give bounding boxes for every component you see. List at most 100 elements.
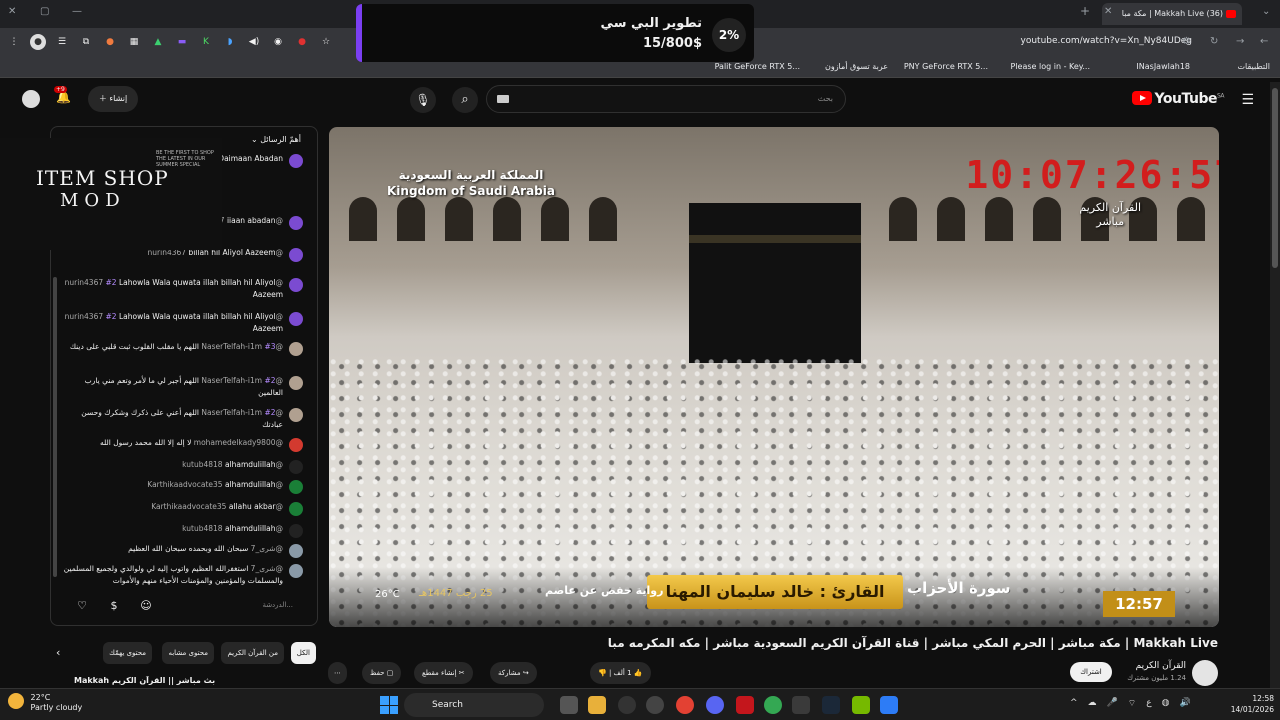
chat-message[interactable]: @nurin4367 #2 Lahowla Wala quwata illah … — [63, 277, 303, 301]
discord-icon[interactable] — [706, 696, 724, 714]
chevron-left-icon[interactable]: ‹ — [56, 646, 60, 659]
extension-green-icon[interactable]: ▲ — [150, 34, 166, 50]
tray-volume-icon[interactable]: 🔊 — [1179, 698, 1190, 709]
tab-search-icon[interactable]: ⌄ — [1262, 6, 1270, 17]
keyboard-icon[interactable] — [497, 95, 509, 103]
youtube-logo[interactable]: YouTubeSA — [1131, 91, 1225, 107]
tray-app-icon[interactable]: ☁ — [1088, 698, 1097, 709]
clock-widget[interactable]: 12:58 14/01/2026 — [1231, 693, 1274, 715]
menu-dots-icon[interactable]: ⋮ — [6, 34, 22, 50]
close-tab-icon[interactable]: ✕ — [1104, 6, 1112, 17]
tray-language[interactable]: ع — [1146, 698, 1151, 709]
bookmark-palit[interactable]: Palit GeForce RTX 5... — [715, 62, 800, 71]
super-chat-icon[interactable]: $ — [105, 597, 123, 615]
search-input[interactable]: بحث — [486, 85, 846, 113]
site-settings-icon[interactable]: ⚙ — [1182, 36, 1191, 47]
extension-blue-icon[interactable]: ◗ — [222, 34, 238, 50]
chat-message[interactable]: @mohamedelkady9800 لا إله إلا الله محمد … — [63, 437, 303, 452]
page-scroll-thumb[interactable] — [1272, 88, 1278, 268]
notifications-bell-icon[interactable]: 🔔 +9 — [54, 86, 71, 104]
blue-app-icon[interactable] — [880, 696, 898, 714]
bookmark-amazon-cart[interactable]: عربة تسوق أمازون — [825, 62, 888, 71]
tray-network-icon[interactable]: ◍ — [1162, 698, 1170, 709]
extension-purple-icon[interactable]: ▬ — [174, 34, 190, 50]
chat-avatar[interactable] — [289, 278, 303, 292]
taskbar-search[interactable]: Search — [404, 693, 544, 717]
new-tab-icon[interactable]: + — [1080, 4, 1090, 18]
menu-icon[interactable]: ☰ — [1241, 92, 1254, 108]
chrome-profile-icon[interactable] — [764, 696, 782, 714]
search-button[interactable]: ⌕ — [452, 87, 478, 113]
chrome-icon[interactable] — [676, 696, 694, 714]
chat-mode-selector[interactable]: أهمّ الرسائل ⌄ — [251, 135, 301, 144]
tray-chevron-icon[interactable]: ^ — [1070, 698, 1078, 709]
chat-message[interactable]: @Karthikaadvocate35 allahu akbar — [63, 501, 303, 516]
bookmark-nasjawlah[interactable]: INasJawlah18 — [1136, 62, 1190, 71]
active-app-icon[interactable] — [792, 696, 810, 714]
extension-gray-icon[interactable]: ◉ — [270, 34, 286, 50]
chat-message[interactable]: @NaserTelfah-i1m #2 اللهم أعني على ذكرك … — [63, 407, 303, 431]
restore-window-icon[interactable]: ▢ — [40, 6, 49, 17]
chat-avatar[interactable] — [289, 312, 303, 326]
chat-scrollbar[interactable] — [53, 277, 57, 577]
chip-related[interactable]: محتوى مشابه — [162, 642, 214, 664]
bookmark-pny[interactable]: PNY GeForce RTX 5... — [904, 62, 988, 71]
bookmark-apps[interactable]: التطبيقات — [1238, 62, 1270, 71]
back-icon[interactable]: ← — [1260, 36, 1268, 47]
chip-for-you[interactable]: محتوى يهمّك — [103, 642, 152, 664]
chat-author[interactable]: @mohamedelkady9800 — [194, 438, 283, 447]
media-app-icon[interactable] — [618, 696, 636, 714]
tray-wifi-icon[interactable]: ⌔ — [1128, 698, 1136, 709]
save-button[interactable]: ▢ حفظ — [362, 662, 402, 684]
channel-name[interactable]: القرآن الكريم — [1136, 661, 1186, 671]
chat-message[interactable]: @NaserTelfah-i1m #3 اللهم يا مقلب القلوب… — [63, 341, 303, 356]
volume-icon[interactable]: ◀) — [246, 34, 262, 50]
emoji-icon[interactable]: ☺ — [137, 597, 155, 615]
forward-icon[interactable]: → — [1236, 36, 1244, 47]
chat-avatar[interactable] — [289, 544, 303, 558]
chat-message[interactable]: @Karthikaadvocate35 alhamdulillah — [63, 479, 303, 494]
extension-orange-icon[interactable]: ● — [102, 34, 118, 50]
reload-icon[interactable]: ↻ — [1210, 36, 1218, 47]
tray-mic-icon[interactable]: 🎤 — [1107, 698, 1118, 709]
subscribe-button[interactable]: اشتراك — [1070, 662, 1112, 682]
file-explorer-icon[interactable] — [588, 696, 606, 714]
settings-icon[interactable] — [646, 696, 664, 714]
url-field[interactable]: youtube.com/watch?v=Xn_Ny84UDeg — [1021, 36, 1192, 46]
avatar[interactable] — [22, 90, 40, 108]
bookmark-star-icon[interactable]: ☆ — [318, 34, 334, 50]
nvidia-icon[interactable] — [852, 696, 870, 714]
extension-grid-icon[interactable]: ▦ — [126, 34, 142, 50]
like-button[interactable]: 👍 1 ألف | 👎 — [590, 662, 651, 684]
page-scrollbar[interactable] — [1270, 82, 1280, 688]
chat-message[interactable]: @شرى_7 استغفرالله العظيم واتوب إليه لي و… — [63, 563, 303, 587]
weather-widget[interactable]: 22°C Partly cloudy — [8, 693, 82, 713]
channel-avatar[interactable] — [1192, 660, 1218, 686]
video-player[interactable]: المملكة العربية السعودية Kingdom of Saud… — [329, 127, 1219, 627]
chat-avatar[interactable] — [289, 524, 303, 538]
chat-author[interactable]: @شرى_7 — [251, 544, 283, 553]
start-button[interactable] — [380, 696, 398, 714]
steam-icon[interactable] — [822, 696, 840, 714]
chat-message[interactable]: @شرى_7 سبحان الله وبحمده سبحان الله العظ… — [63, 543, 303, 558]
chat-message[interactable]: @kutub4818 alhamdulillah — [63, 459, 303, 474]
chip-from-channel[interactable]: من القرآن الكريم — [221, 642, 284, 664]
chat-avatar[interactable] — [289, 248, 303, 262]
close-window-icon[interactable]: ✕ — [8, 6, 16, 17]
extension-red-icon[interactable]: ● — [294, 34, 310, 50]
chat-avatar[interactable] — [289, 376, 303, 390]
extensions-puzzle-icon[interactable]: ⧉ — [78, 34, 94, 50]
more-actions-button[interactable]: ⋯ — [328, 662, 347, 684]
share-button[interactable]: ↪ مشاركة — [490, 662, 537, 684]
chat-message[interactable]: @nurin4367 #2 Lahowla Wala quwata illah … — [63, 311, 303, 335]
voice-search-button[interactable]: 🎙 — [410, 87, 436, 113]
heart-icon[interactable]: ♡ — [73, 597, 91, 615]
chat-avatar[interactable] — [289, 502, 303, 516]
chat-avatar[interactable] — [289, 460, 303, 474]
chat-input[interactable]: الدردشة... ☺ $ ♡ — [55, 595, 313, 617]
chat-avatar[interactable] — [289, 408, 303, 422]
browser-tab[interactable]: (36) Makkah Live | مكة مبا — [1102, 3, 1242, 25]
chat-avatar[interactable] — [289, 480, 303, 494]
chat-message[interactable]: @NaserTelfah-i1m #2 اللهم أجبر لي ما لأم… — [63, 375, 303, 399]
minimize-window-icon[interactable]: — — [72, 6, 82, 17]
